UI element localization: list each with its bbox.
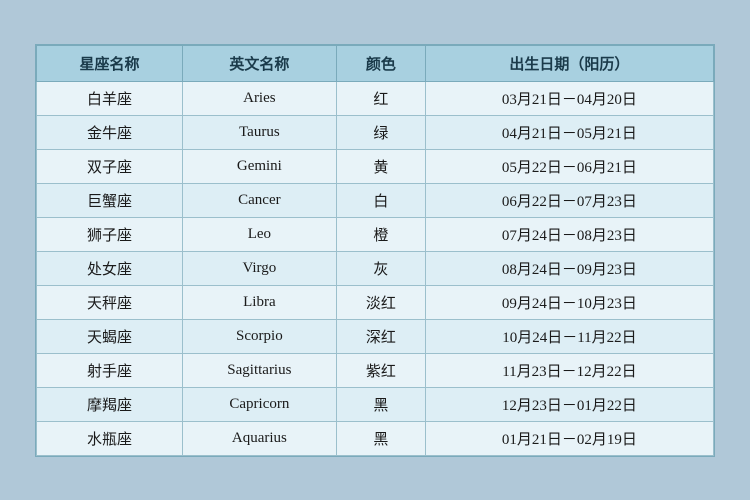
table-row: 处女座 Virgo 灰 08月24日－09月23日 <box>37 251 714 285</box>
table-body: 白羊座 Aries 红 03月21日－04月20日 金牛座 Taurus 绿 0… <box>37 81 714 455</box>
cell-dates: 05月22日－06月21日 <box>425 149 713 183</box>
cell-dates: 11月23日－12月22日 <box>425 353 713 387</box>
cell-english: Aquarius <box>182 421 336 455</box>
table-row: 巨蟹座 Cancer 白 06月22日－07月23日 <box>37 183 714 217</box>
cell-chinese: 狮子座 <box>37 217 183 251</box>
table-header-row: 星座名称 英文名称 颜色 出生日期（阳历） <box>37 45 714 81</box>
table-row: 摩羯座 Capricorn 黑 12月23日－01月22日 <box>37 387 714 421</box>
cell-color: 白 <box>336 183 425 217</box>
cell-english: Aries <box>182 81 336 115</box>
cell-dates: 07月24日－08月23日 <box>425 217 713 251</box>
cell-dates: 01月21日－02月19日 <box>425 421 713 455</box>
cell-english: Taurus <box>182 115 336 149</box>
cell-chinese: 双子座 <box>37 149 183 183</box>
cell-chinese: 处女座 <box>37 251 183 285</box>
cell-english: Scorpio <box>182 319 336 353</box>
cell-dates: 04月21日－05月21日 <box>425 115 713 149</box>
cell-dates: 09月24日－10月23日 <box>425 285 713 319</box>
cell-english: Virgo <box>182 251 336 285</box>
cell-color: 深红 <box>336 319 425 353</box>
zodiac-table: 星座名称 英文名称 颜色 出生日期（阳历） 白羊座 Aries 红 03月21日… <box>36 45 714 456</box>
cell-color: 绿 <box>336 115 425 149</box>
cell-english: Gemini <box>182 149 336 183</box>
cell-dates: 10月24日－11月22日 <box>425 319 713 353</box>
cell-color: 橙 <box>336 217 425 251</box>
table-row: 金牛座 Taurus 绿 04月21日－05月21日 <box>37 115 714 149</box>
cell-dates: 06月22日－07月23日 <box>425 183 713 217</box>
cell-chinese: 射手座 <box>37 353 183 387</box>
cell-chinese: 摩羯座 <box>37 387 183 421</box>
cell-color: 红 <box>336 81 425 115</box>
table-row: 天蝎座 Scorpio 深红 10月24日－11月22日 <box>37 319 714 353</box>
cell-chinese: 天秤座 <box>37 285 183 319</box>
cell-color: 紫红 <box>336 353 425 387</box>
cell-chinese: 天蝎座 <box>37 319 183 353</box>
cell-color: 黄 <box>336 149 425 183</box>
cell-color: 灰 <box>336 251 425 285</box>
cell-chinese: 水瓶座 <box>37 421 183 455</box>
header-color: 颜色 <box>336 45 425 81</box>
cell-english: Leo <box>182 217 336 251</box>
table-row: 白羊座 Aries 红 03月21日－04月20日 <box>37 81 714 115</box>
cell-dates: 12月23日－01月22日 <box>425 387 713 421</box>
cell-color: 黑 <box>336 387 425 421</box>
table-row: 水瓶座 Aquarius 黑 01月21日－02月19日 <box>37 421 714 455</box>
cell-dates: 08月24日－09月23日 <box>425 251 713 285</box>
table-row: 天秤座 Libra 淡红 09月24日－10月23日 <box>37 285 714 319</box>
cell-color: 淡红 <box>336 285 425 319</box>
cell-chinese: 白羊座 <box>37 81 183 115</box>
table-row: 射手座 Sagittarius 紫红 11月23日－12月22日 <box>37 353 714 387</box>
cell-english: Capricorn <box>182 387 336 421</box>
zodiac-table-container: 星座名称 英文名称 颜色 出生日期（阳历） 白羊座 Aries 红 03月21日… <box>35 44 715 457</box>
cell-english: Sagittarius <box>182 353 336 387</box>
cell-english: Libra <box>182 285 336 319</box>
header-chinese-name: 星座名称 <box>37 45 183 81</box>
cell-chinese: 巨蟹座 <box>37 183 183 217</box>
header-english-name: 英文名称 <box>182 45 336 81</box>
header-dates: 出生日期（阳历） <box>425 45 713 81</box>
cell-dates: 03月21日－04月20日 <box>425 81 713 115</box>
cell-color: 黑 <box>336 421 425 455</box>
table-row: 狮子座 Leo 橙 07月24日－08月23日 <box>37 217 714 251</box>
table-row: 双子座 Gemini 黄 05月22日－06月21日 <box>37 149 714 183</box>
cell-english: Cancer <box>182 183 336 217</box>
cell-chinese: 金牛座 <box>37 115 183 149</box>
